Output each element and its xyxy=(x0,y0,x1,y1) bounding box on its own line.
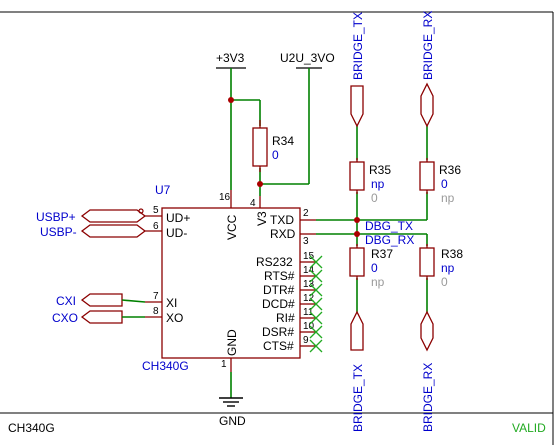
u7-pin-dcd-name: DCD# xyxy=(262,297,295,311)
r35-ref: R35 xyxy=(369,163,391,177)
r38-resistor xyxy=(419,247,435,277)
usbp-plus-label: USBP+ xyxy=(36,210,76,224)
cxi-label: CXI xyxy=(56,294,76,308)
u7-pin-vcc-name: VCC xyxy=(225,214,239,240)
bridge-ports-top xyxy=(350,82,434,128)
u7-pin-v3-name: V3 xyxy=(255,211,269,226)
dbg-tx-label: DBG_TX xyxy=(365,219,413,233)
schematic-sheet: CH340G VALID +3V3 U2U_3VO R34 0 U7 CH340… xyxy=(0,11,554,445)
usbp-minus-label: USBP- xyxy=(40,225,77,239)
u7-pin-rxd-num: 3 xyxy=(303,236,309,247)
r38-value: np xyxy=(441,261,455,275)
u7-pin-udp-num: 5 xyxy=(153,205,159,216)
r34-ref: R34 xyxy=(272,134,294,148)
u7-pin-dcd-num: 12 xyxy=(303,293,315,304)
power-vcc-symbol xyxy=(216,67,246,100)
u7-pin-gnd-num: 1 xyxy=(221,359,227,370)
u7-pin-txd-num: 2 xyxy=(303,208,309,219)
u7-pin-udm-name: UD- xyxy=(166,226,187,240)
bridge-tx-bottom-label: BRIDGE_TX xyxy=(351,364,365,432)
u7-pin-cts-num: 9 xyxy=(303,335,309,346)
u7-pin-dsr-num: 10 xyxy=(303,321,315,332)
u7-pin-rxd-name: RXD xyxy=(270,227,296,241)
u7-pin-ri-name: RI# xyxy=(276,311,295,325)
u7-pin-txd-name: TXD xyxy=(270,213,294,227)
power-vcc-label: +3V3 xyxy=(216,51,245,65)
u7-ref: U7 xyxy=(155,183,171,197)
u7-pin-rs232-num: 15 xyxy=(303,251,315,262)
u7-pin-rts-num: 14 xyxy=(303,265,315,276)
u7-pin-dtr-name: DTR# xyxy=(263,283,295,297)
u7-pin-udm-num: 6 xyxy=(153,221,159,232)
u7-pin-gnd-name: GND xyxy=(225,329,239,356)
r34-resistor xyxy=(252,127,268,167)
power-u2u-label: U2U_3VO xyxy=(280,51,335,65)
usb-ports xyxy=(80,208,147,238)
gnd-label: GND xyxy=(219,414,246,428)
vcc-wiring xyxy=(228,97,309,196)
u7-pin-dtr-num: 13 xyxy=(303,279,315,290)
r38-value-alt: 0 xyxy=(441,275,448,289)
u7-pin-udp-name: UD+ xyxy=(166,211,190,225)
r37-ref: R37 xyxy=(371,247,393,261)
gnd-symbol xyxy=(219,372,243,407)
crystal-ports xyxy=(80,293,146,324)
cxo-label: CXO xyxy=(52,311,78,325)
r37-value-alt: np xyxy=(371,275,385,289)
sheet-title: CH340G xyxy=(8,421,55,435)
u7-pin-xo-num: 8 xyxy=(153,306,159,317)
u7-value: CH340G xyxy=(142,359,189,373)
r36-value-alt: np xyxy=(441,191,455,205)
u7-pin-xi-name: XI xyxy=(166,296,177,310)
r37-value: 0 xyxy=(371,261,378,275)
bridge-ports-bottom xyxy=(350,310,434,352)
r36-ref: R36 xyxy=(439,163,461,177)
u7-pin-rs232-name: RS232 xyxy=(256,255,293,269)
r35-value: np xyxy=(371,177,385,191)
r35-value-alt: 0 xyxy=(371,191,378,205)
bridge-tx-top-label: BRIDGE_TX xyxy=(351,12,365,80)
bridge-rx-top-label: BRIDGE_RX xyxy=(421,11,435,80)
dbg-rx-label: DBG_RX xyxy=(365,233,414,247)
r36-resistor xyxy=(419,161,435,191)
u7-pin-vcc-num: 16 xyxy=(219,192,231,203)
sheet-status: VALID xyxy=(512,421,546,435)
u7-pin-cts-name: CTS# xyxy=(263,339,294,353)
u7-pin-v3-num: 4 xyxy=(250,198,256,209)
power-u2u-symbol xyxy=(296,67,322,184)
r35-resistor xyxy=(349,161,365,191)
bridge-rx-bottom-label: BRIDGE_RX xyxy=(421,363,435,432)
r34-value: 0 xyxy=(272,148,279,162)
r37-resistor xyxy=(349,247,365,277)
u7-pin-xi-num: 7 xyxy=(153,291,159,302)
u7-pin-dsr-name: DSR# xyxy=(262,325,294,339)
r36-value: 0 xyxy=(441,177,448,191)
r38-ref: R38 xyxy=(441,247,463,261)
u7-pin-xo-name: XO xyxy=(166,311,183,325)
u7-pin-rts-name: RTS# xyxy=(264,269,295,283)
